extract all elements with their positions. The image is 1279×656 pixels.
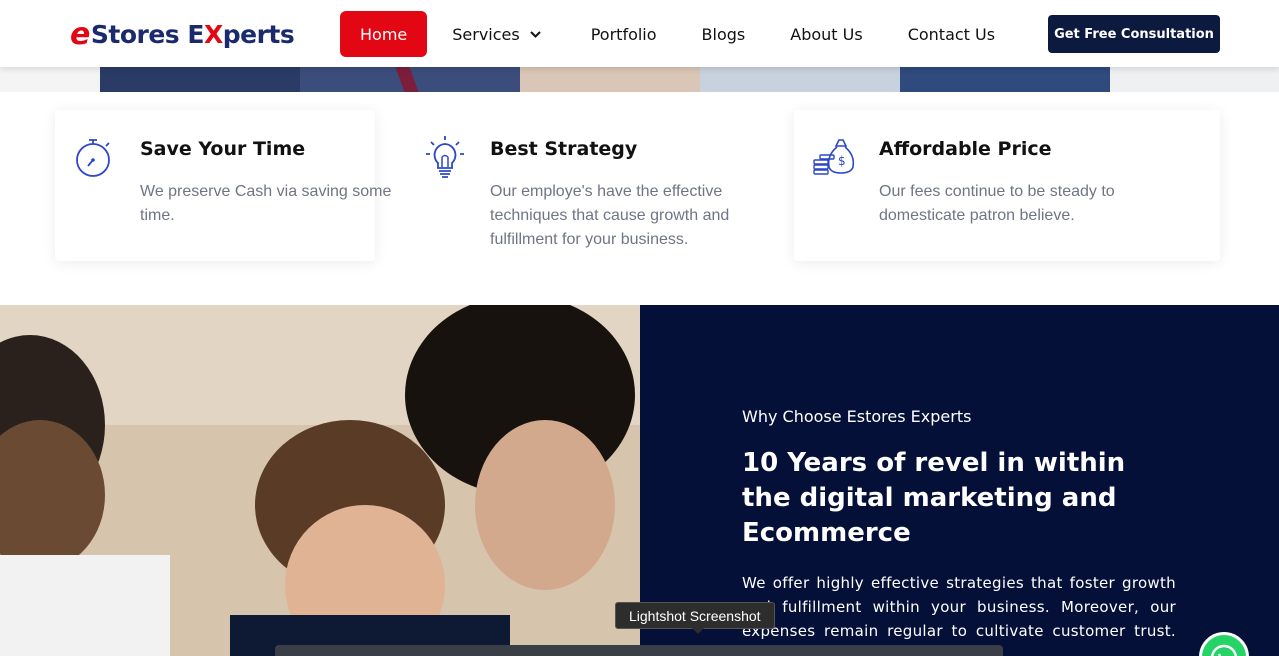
nav-home-label: Home: [360, 24, 408, 44]
site-logo[interactable]: e Stores E Xperts: [70, 16, 295, 52]
feature-desc: Our fees continue to be steady to domest…: [879, 183, 1115, 224]
screenshot-toolbar[interactable]: [275, 645, 1003, 656]
feature-title: Best Strategy: [490, 138, 638, 160]
free-consultation-button[interactable]: Get Free Consultation: [1048, 15, 1220, 53]
lightshot-tooltip: Lightshot Screenshot: [615, 602, 775, 634]
section-paragraph: We offer highly effective strategies tha…: [742, 574, 1176, 656]
section-headline: 10 Years of revel in within the digital …: [742, 448, 1126, 548]
nav-portfolio-label: Portfolio: [590, 24, 657, 44]
features-section: Save Your Time We preserve Cash via savi…: [0, 92, 1279, 305]
chevron-down-icon: [530, 27, 541, 41]
nav-blogs-label: Blogs: [701, 24, 746, 44]
feature-title: Save Your Time: [140, 138, 306, 160]
nav-contact-label: Contact Us: [907, 24, 996, 44]
feature-card-price: $ Affordable Price Our fees continue to …: [794, 110, 1220, 261]
logo-text-2: perts: [222, 19, 295, 49]
nav-about-label: About Us: [790, 24, 863, 44]
nav-portfolio[interactable]: Portfolio: [561, 11, 677, 57]
hero-image: [0, 67, 1279, 92]
feature-desc: We preserve Cash via saving some time.: [140, 183, 392, 224]
feature-card-strategy: Best Strategy Our employe's have the eff…: [405, 110, 775, 261]
feature-card-time: Save Your Time We preserve Cash via savi…: [55, 110, 391, 261]
nav-contact[interactable]: Contact Us: [883, 11, 1015, 57]
section-eyebrow: Why Choose Estores Experts: [742, 407, 972, 426]
svg-text:$: $: [838, 154, 846, 168]
stopwatch-icon: [73, 134, 117, 180]
lightbulb-icon: [423, 134, 467, 180]
logo-x: X: [203, 19, 223, 49]
nav-blogs[interactable]: Blogs: [677, 11, 766, 57]
nav-services-label: Services: [452, 24, 520, 44]
team-photo: [0, 305, 640, 656]
site-header: e Stores E Xperts Home Services Portfolio …: [0, 0, 1279, 67]
logo-text-1: Stores E: [90, 19, 205, 49]
nav-home[interactable]: Home: [340, 11, 428, 57]
logo-prefix: e: [70, 16, 90, 52]
money-bag-icon: $: [812, 134, 856, 180]
feature-title: Affordable Price: [879, 138, 1052, 160]
nav-services[interactable]: Services: [427, 11, 560, 57]
feature-desc: Our employe's have the effective techniq…: [490, 183, 730, 248]
main-nav: Home Services Portfolio Blogs About Us C…: [340, 11, 1015, 57]
nav-about[interactable]: About Us: [765, 11, 882, 57]
